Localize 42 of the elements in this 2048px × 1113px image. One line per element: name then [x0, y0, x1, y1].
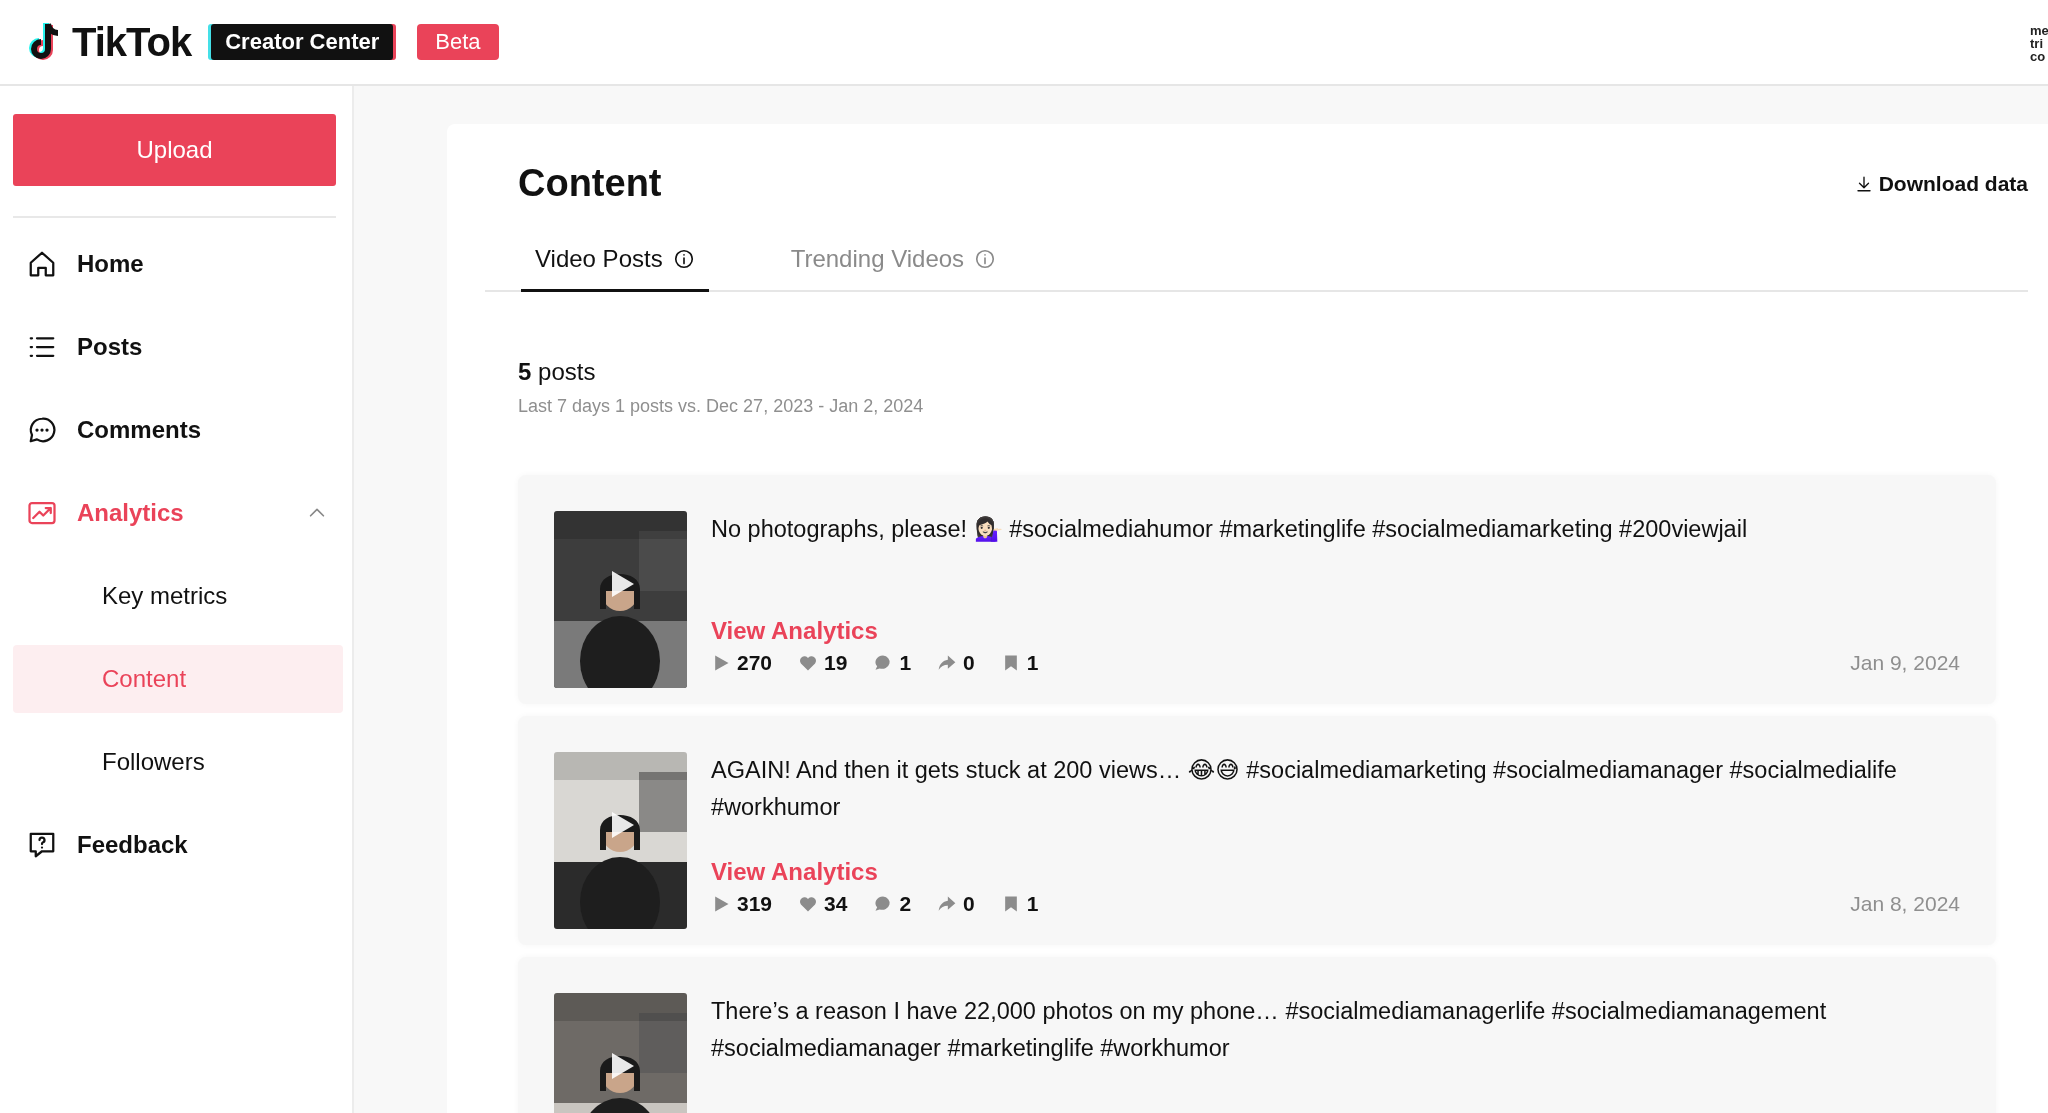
tiktok-logo[interactable]: TikTok	[26, 19, 192, 65]
upload-button[interactable]: Upload	[13, 114, 336, 186]
download-link[interactable]: Download data	[1854, 171, 2028, 196]
post-caption: AGAIN! And then it gets stuck at 200 views… 😂😅 #socialmediamarketing #socialmediamanager #socialmedialife #workhumor	[711, 756, 1898, 822]
stat: 0	[937, 651, 975, 675]
post-caption: No photographs, please! 💁🏻‍♀ #socialmediahumor #marketinglife #socialmediamarketing #200viewjail	[711, 515, 1749, 544]
product-label: Creator Center	[211, 24, 394, 60]
stat: 319	[711, 892, 773, 916]
home-icon	[27, 249, 57, 279]
post-count: 5 posts	[518, 358, 597, 386]
heart-icon	[798, 653, 819, 673]
stat: 1	[1000, 892, 1039, 916]
summary-text: Last 7 days 1 posts vs. Dec 27, 2023 - Jan 2, 2024	[518, 396, 925, 417]
info-icon[interactable]	[672, 248, 695, 270]
post-date: Jan 8, 2024	[1850, 892, 1960, 916]
chat-bubble-icon	[27, 415, 57, 445]
corner-text: me tri co	[2030, 24, 2048, 63]
stat: 1	[1000, 651, 1039, 675]
nav-subitem[interactable]: Key metrics	[13, 562, 343, 630]
tab[interactable]: Video Posts	[521, 245, 709, 292]
post-caption: There’s a reason I have 22,000 photos on my phone… #socialmediamanagerlife #socialmediamanagement #socialmediamanager #marketinglife #workhumor	[711, 997, 1828, 1063]
nav-item[interactable]: Posts	[13, 313, 342, 381]
nav-item[interactable]: Feedback	[13, 811, 342, 879]
stat: 19	[798, 651, 848, 675]
nav-item[interactable]: Analytics	[13, 479, 342, 547]
stat: 34	[798, 892, 848, 916]
nav-subitem[interactable]: Followers	[13, 728, 343, 796]
nav-item[interactable]: Home	[13, 230, 342, 298]
view-analytics-link[interactable]: View Analytics	[711, 858, 878, 886]
nav-item[interactable]: Comments	[13, 396, 342, 464]
feedback-icon	[27, 830, 57, 860]
view-analytics-link[interactable]: View Analytics	[711, 617, 878, 645]
post-date: Jan 9, 2024	[1850, 651, 1960, 675]
download-icon	[1854, 174, 1873, 193]
stat: 0	[937, 892, 975, 916]
logo-text: TikTok	[72, 19, 192, 65]
heart-icon	[798, 894, 819, 914]
beta-badge: Beta	[417, 24, 499, 60]
stat: 270	[711, 651, 773, 675]
page-title: Content	[518, 162, 662, 205]
stat: 2	[873, 892, 912, 916]
stat: 1	[873, 651, 912, 675]
